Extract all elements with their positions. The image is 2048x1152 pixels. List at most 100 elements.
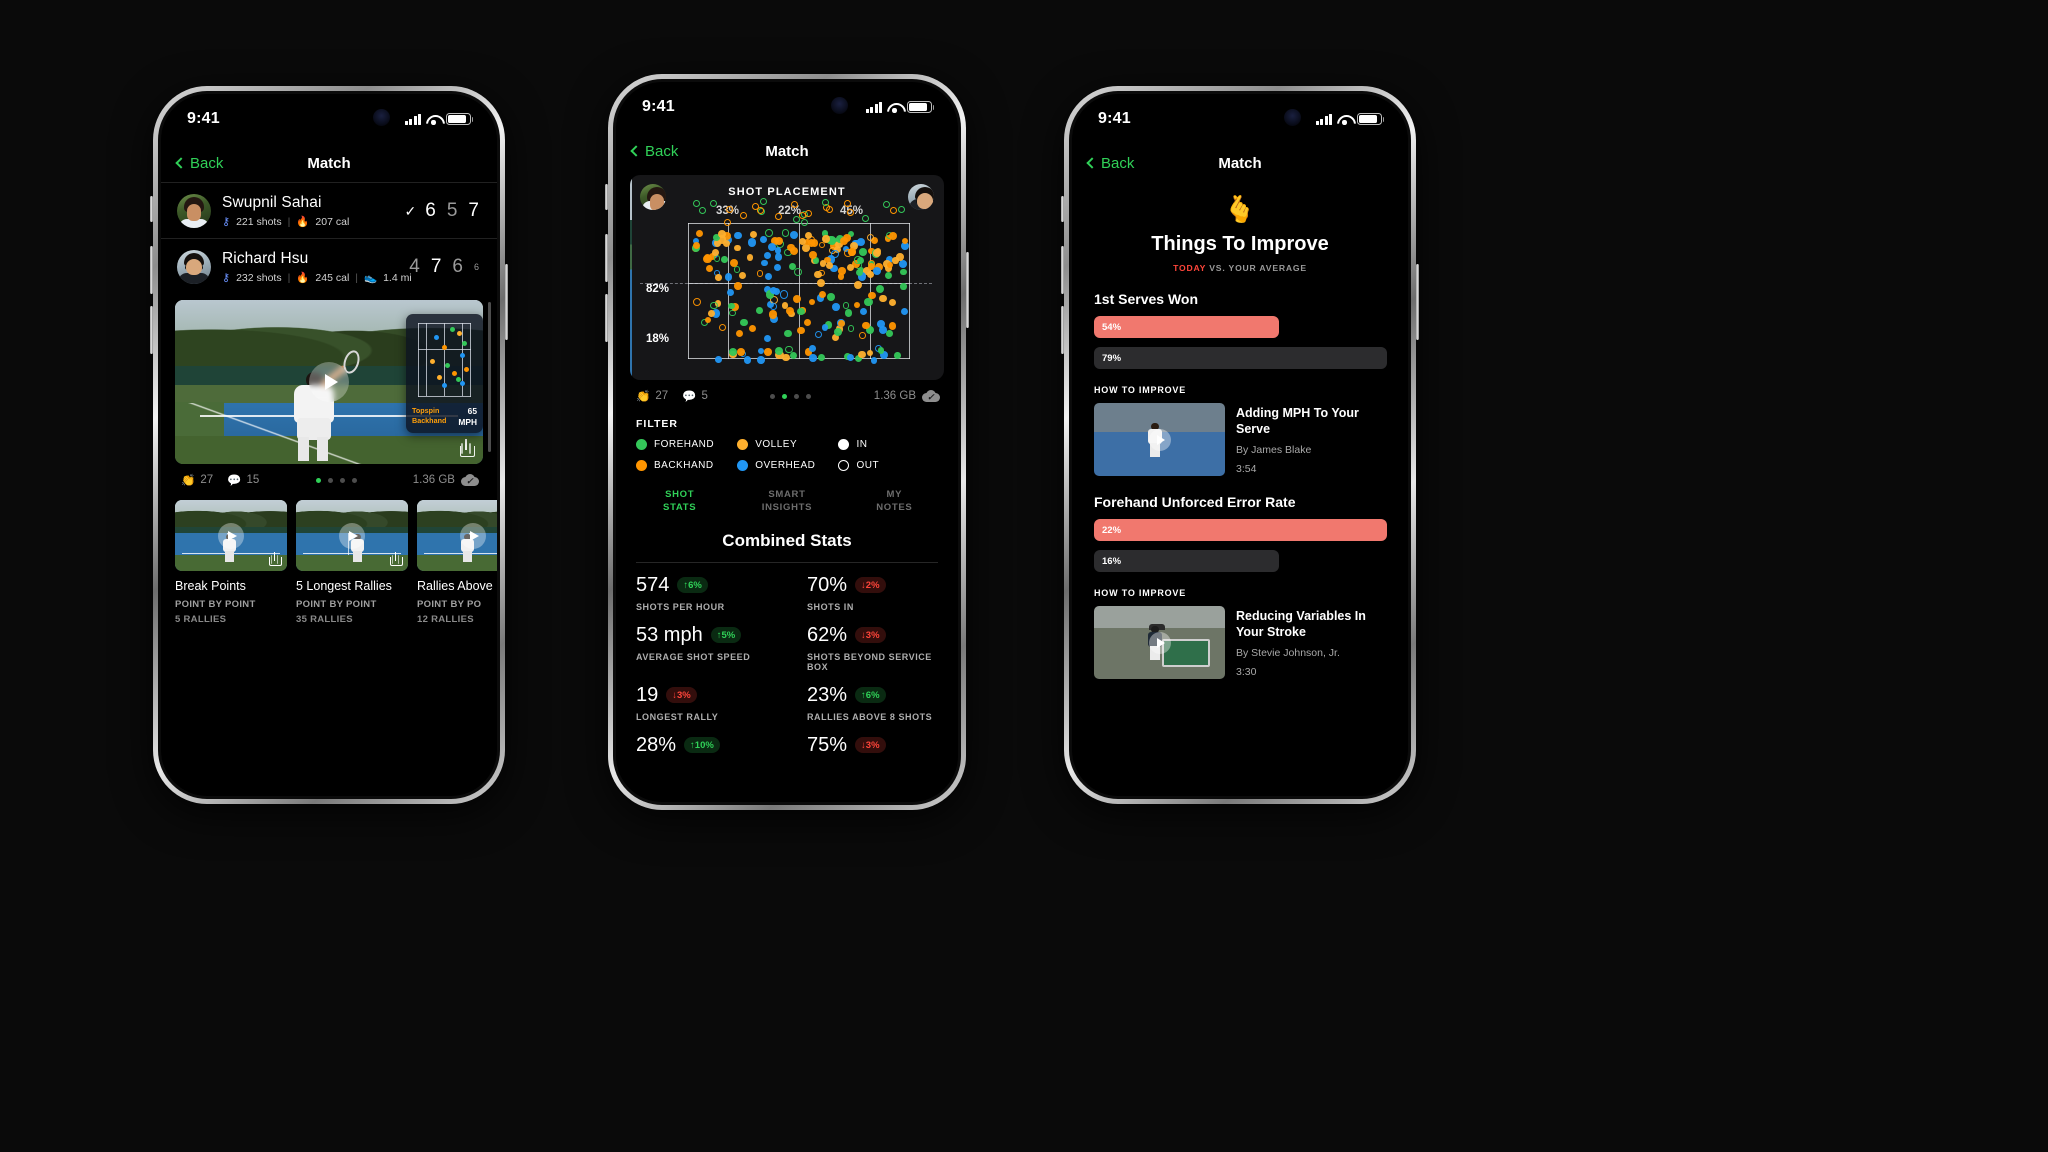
player-stats: ⚷ 221 shots | 🔥 207 cal [222,215,405,229]
phone-2-screen: 9:41 Back Match SHOT PLACEMENT 82% 18% 3… [616,82,958,802]
play-button[interactable] [309,362,349,402]
score-row: 4 7 66 [409,256,481,278]
back-button[interactable]: Back [175,155,223,172]
shot-placement-title: SHOT PLACEMENT [728,186,846,198]
volume-up-button[interactable] [605,234,608,282]
thumbnail-list[interactable]: Break Points POINT BY POINT 5 RALLIES 5 … [161,487,497,625]
today-bar: 54% [1094,316,1279,338]
filter-item-out[interactable]: OUT [838,460,939,471]
power-button[interactable] [966,252,969,328]
volume-down-button[interactable] [605,294,608,342]
share-icon[interactable] [389,552,403,566]
page-indicator[interactable] [770,393,812,399]
claps-group[interactable]: 👏 27 [181,473,213,487]
flame-icon: 🔥 [296,272,310,284]
phone-bezel: 9:41 Back Match [158,91,500,799]
front-camera-icon [1284,109,1301,126]
mute-switch[interactable] [150,196,153,222]
lesson-title: Adding MPH To Your Serve [1236,406,1359,437]
page-indicator[interactable] [315,477,357,483]
power-button[interactable] [1416,264,1419,340]
filter-label: VOLLEY [755,439,798,450]
combined-stats-grid: 574 ↑6% SHOTS PER HOUR 70% ↓2% SHOTS IN … [616,563,958,769]
navigation-bar: Back Match [616,132,958,170]
filter-item-volley[interactable]: VOLLEY [737,439,838,450]
mute-switch[interactable] [605,184,608,210]
player-row-1[interactable]: Swupnil Sahai ⚷ 221 shots | 🔥 207 cal ✓ [161,182,497,238]
filter-item-forehand[interactable]: FOREHAND [636,439,737,450]
stat-delta-badge: ↓3% [666,687,697,704]
stat-cell: 62% ↓3% SHOTS BEYOND SERVICE BOX [787,624,958,684]
share-icon[interactable] [458,438,475,457]
filter-item-backhand[interactable]: BACKHAND [636,460,737,471]
player-calories: 245 cal [315,271,350,284]
lesson-title: Reducing Variables In Your Stroke [1236,609,1366,640]
volume-down-button[interactable] [150,306,153,354]
filter-item-in[interactable]: IN [838,439,939,450]
share-icon[interactable] [268,552,282,566]
stat-cell: 19 ↓3% LONGEST RALLY [616,684,787,734]
wifi-icon [1337,114,1352,125]
filter-item-overhead[interactable]: OVERHEAD [737,460,838,471]
lesson-duration: 3:54 [1236,462,1257,475]
lesson-item[interactable]: Adding MPH To Your Serve By James Blake … [1072,395,1408,476]
list-item[interactable]: Break Points POINT BY POINT 5 RALLIES [175,500,287,625]
battery-icon [446,113,474,125]
list-item[interactable]: 5 Longest Rallies POINT BY POINT 35 RALL… [296,500,408,625]
power-button[interactable] [505,264,508,340]
lesson-thumbnail[interactable] [1094,403,1225,476]
comments-group[interactable]: 💬 15 [227,473,259,487]
play-button[interactable] [460,522,486,549]
shot-placement-card[interactable]: SHOT PLACEMENT 82% 18% 33% 22% 45% [630,175,944,380]
thumbnail-image[interactable] [175,500,287,571]
set-score: 6 [425,200,436,221]
play-button[interactable] [218,522,244,549]
chevron-left-icon [630,145,642,157]
thumbnail-subtitle: POINT BY POINT [296,599,377,610]
lesson-item[interactable]: Reducing Variables In Your Stroke By Ste… [1072,598,1408,679]
thumbnail-image[interactable] [417,500,497,571]
play-button[interactable] [1148,631,1171,654]
mute-switch[interactable] [1061,196,1064,222]
stat-label: SHOTS PER HOUR [636,601,725,612]
stat-cell: 574 ↑6% SHOTS PER HOUR [616,574,787,624]
player-row-2[interactable]: Richard Hsu ⚷ 232 shots | 🔥 245 cal | 👟 … [161,238,497,294]
combined-stats-title: Combined Stats [722,530,852,550]
claps-group[interactable]: 👏 27 [636,389,668,403]
tab-my-notes[interactable]: MY NOTES [841,489,948,515]
hero-video[interactable]: Topspin Backhand 65 MPH [175,300,483,464]
back-button[interactable]: Back [1086,155,1134,172]
set-score: 7 [430,256,442,277]
overlay-shot-type: Topspin Backhand [412,406,447,425]
thumbnail-title: Rallies Above [417,579,493,593]
previous-slide-peek [630,175,632,380]
tab-bar[interactable]: SHOT STATS SMART INSIGHTS MY NOTES [616,471,958,515]
things-to-improve-subtitle: TODAY VS. YOUR AVERAGE [1072,256,1408,273]
lesson-thumbnail[interactable] [1094,606,1225,679]
improvement-name: Forehand Unforced Error Rate [1094,494,1296,510]
scrollbar[interactable] [488,302,491,452]
status-bar: 9:41 [161,94,497,144]
volume-down-button[interactable] [1061,306,1064,354]
comments-count: 15 [246,474,260,486]
wifi-icon [426,114,441,125]
stat-delta-badge: ↑5% [710,627,742,644]
tab-shot-stats[interactable]: SHOT STATS [626,489,733,515]
stat-label: LONGEST RALLY [636,711,719,722]
things-to-improve-title: Things To Improve [1151,233,1329,255]
volume-up-button[interactable] [1061,246,1064,294]
volume-up-button[interactable] [150,246,153,294]
claps-count: 27 [200,474,214,486]
thumbnail-image[interactable] [296,500,408,571]
play-button[interactable] [339,522,365,549]
stat-value: 75% [807,733,848,756]
thumbnail-title: Break Points [175,579,246,593]
mini-court-diagram [412,319,477,401]
list-item[interactable]: Rallies Above POINT BY PO 12 RALLIES [417,500,497,625]
file-size: 1.36 GB [412,474,455,486]
play-button[interactable] [1148,428,1171,451]
comments-group[interactable]: 💬 5 [682,389,708,403]
tab-smart-insights[interactable]: SMART INSIGHTS [733,489,840,515]
back-button[interactable]: Back [630,142,679,160]
back-label: Back [645,142,679,160]
